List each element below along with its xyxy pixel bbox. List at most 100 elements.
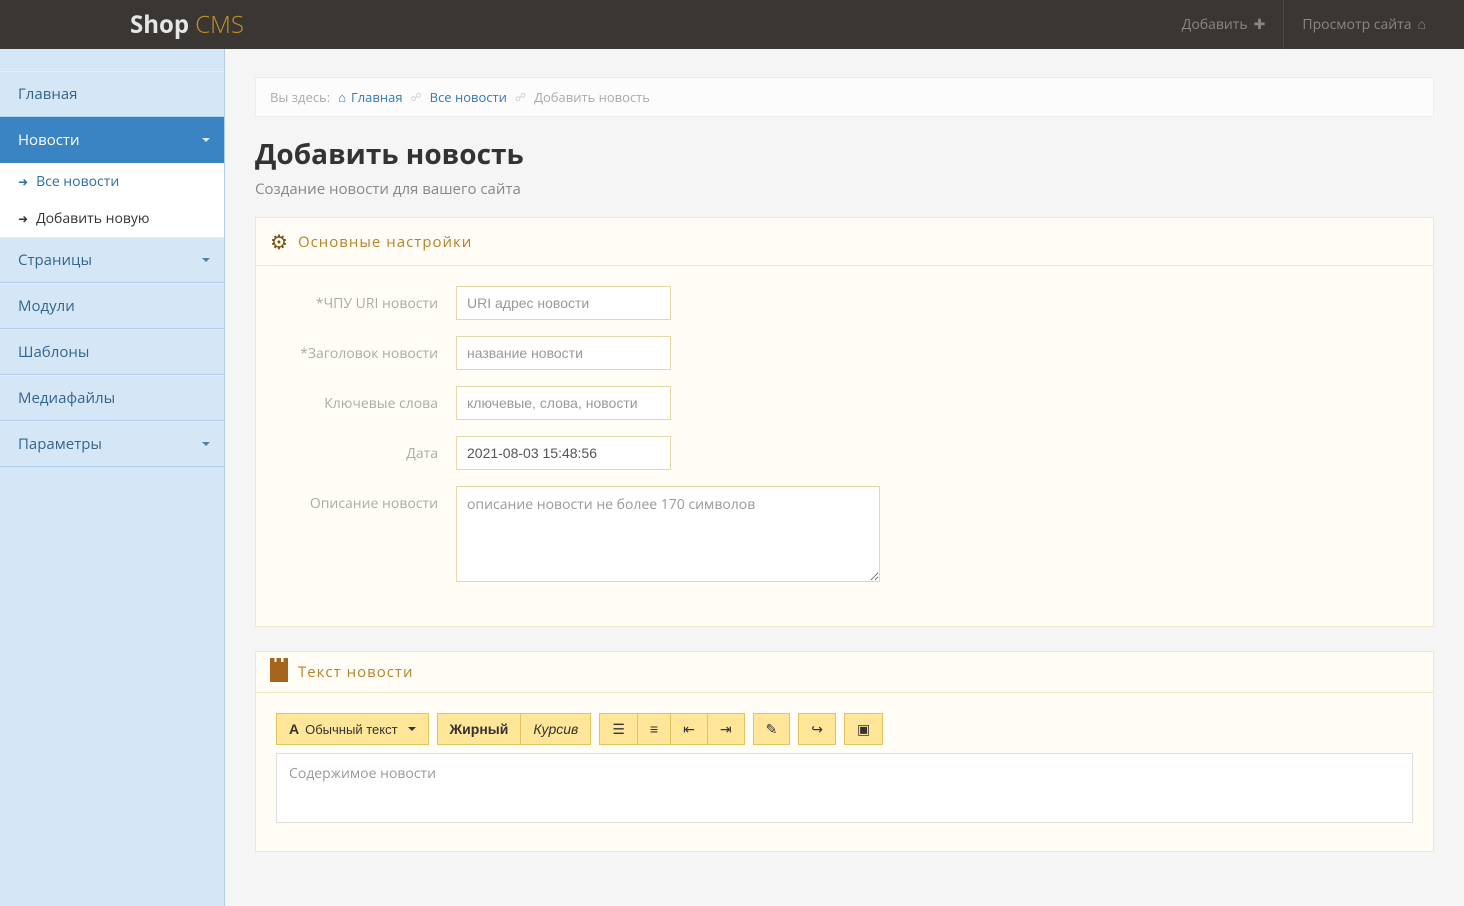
add-link[interactable]: Добавить ✚ [1164,0,1284,49]
ordered-list-button[interactable]: ≡ [638,713,671,745]
breadcrumb-home[interactable]: ⌂ Главная [338,88,402,106]
chevron-down-icon [202,442,210,446]
font-icon: A [289,721,299,737]
brand-cms-text: CMS [189,8,244,41]
edit-button[interactable]: ✎ [753,713,791,745]
top-navbar: Shop CMS Добавить ✚ Просмотр сайта ⌂ [0,0,1464,49]
sidebar-item-label: Медиафайлы [18,388,115,408]
sidebar-item-media[interactable]: Медиафайлы [0,375,224,421]
link-button[interactable]: ↪ [798,713,836,745]
sidebar-item-templates[interactable]: Шаблоны [0,329,224,375]
date-input[interactable] [456,436,671,470]
main-content: Вы здесь: ⌂ Главная ☍ Все новости ☍ Доба… [225,49,1464,906]
breadcrumb-sep-icon: ☍ [515,90,526,105]
pencil-icon: ✎ [766,721,778,738]
style-dropdown-button[interactable]: A Обычный текст [276,713,429,745]
plus-icon: ✚ [1254,15,1266,34]
keywords-label: Ключевые слова [276,386,456,413]
form-row-keywords: Ключевые слова [276,386,1413,420]
sidebar: Главная Новости ➜ Все новости ➜ Добавить… [0,49,225,906]
italic-button[interactable]: Курсив [521,713,591,745]
navbar-right: Добавить ✚ Просмотр сайта ⌂ [1164,0,1444,49]
sidebar-item-label: Параметры [18,434,102,454]
panel-body: A Обычный текст Жирный Курсив ☰ ≡ ⇤ ⇥ [256,693,1433,851]
arrow-right-icon: ➜ [18,173,28,190]
list-ul-icon: ☰ [612,721,625,738]
image-button[interactable]: ▣ [844,713,883,745]
title-label: *Заголовок новости [276,336,456,363]
editor-textarea[interactable]: Содержимое новости [276,753,1413,823]
form-row-date: Дата [276,436,1413,470]
sidebar-spacer [0,49,224,71]
page-title: Добавить новость [255,135,1434,173]
view-site-link[interactable]: Просмотр сайта ⌂ [1283,0,1444,49]
sidebar-item-label: Новости [18,130,80,150]
brand-shop-text: Shop [130,8,189,41]
indent-button[interactable]: ⇥ [708,713,745,745]
toolbar-group-link: ↪ [798,713,836,745]
toolbar-group-format: Жирный Курсив [437,713,592,745]
page-subtitle: Создание новости для вашего сайта [255,179,1434,199]
editor-toolbar: A Обычный текст Жирный Курсив ☰ ≡ ⇤ ⇥ [276,713,1413,745]
form-row-uri: *ЧПУ URI новости [276,286,1413,320]
breadcrumb-here: Вы здесь: [270,88,330,106]
toolbar-group-image: ▣ [844,713,883,745]
breadcrumb-home-label: Главная [351,88,403,106]
sidebar-item-modules[interactable]: Модули [0,283,224,329]
panel-body: *ЧПУ URI новости *Заголовок новости Ключ… [256,266,1433,626]
submenu-label: Добавить новую [36,209,149,228]
panel-news-text: Текст новости A Обычный текст Жирный Кур… [255,651,1434,852]
chevron-down-icon [202,258,210,262]
desc-label: Описание новости [276,486,456,513]
panel-title: Основные настройки [298,232,472,252]
home-icon: ⌂ [1418,15,1426,34]
brand-logo: Shop CMS [130,8,244,41]
toolbar-group-list: ☰ ≡ ⇤ ⇥ [599,713,744,745]
panel-basic-settings: ⚙ Основные настройки *ЧПУ URI новости *З… [255,217,1434,627]
panel-header: Текст новости [256,652,1433,693]
link-icon: ↪ [811,721,823,738]
submenu-label: Все новости [36,172,119,191]
breadcrumb-all-news[interactable]: Все новости [430,88,507,106]
date-label: Дата [276,436,456,463]
breadcrumb: Вы здесь: ⌂ Главная ☍ Все новости ☍ Доба… [255,77,1434,117]
sidebar-item-label: Модули [18,296,75,316]
arrow-right-icon: ➜ [18,210,28,227]
add-link-label: Добавить [1182,15,1248,34]
breadcrumb-current: Добавить новость [534,88,650,106]
sidebar-item-news[interactable]: Новости [0,117,224,163]
toolbar-group-insert: ✎ [753,713,791,745]
desc-textarea[interactable] [456,486,880,582]
breadcrumb-sep-icon: ☍ [411,90,422,105]
breadcrumb-allnews-label: Все новости [430,88,507,106]
image-icon: ▣ [857,721,870,738]
indent-icon: ⇥ [720,721,732,738]
style-label: Обычный текст [305,722,397,737]
keywords-input[interactable] [456,386,671,420]
unordered-list-button[interactable]: ☰ [599,713,638,745]
panel-header: ⚙ Основные настройки [256,218,1433,266]
outdent-button[interactable]: ⇤ [671,713,708,745]
sidebar-item-label: Шаблоны [18,342,89,362]
toolbar-group-style: A Обычный текст [276,713,429,745]
submenu-all-news[interactable]: ➜ Все новости [0,163,224,200]
home-icon: ⌂ [338,88,346,106]
chevron-down-icon [408,727,416,731]
sidebar-item-params[interactable]: Параметры [0,421,224,467]
uri-input[interactable] [456,286,671,320]
outdent-icon: ⇤ [683,721,695,738]
submenu-news: ➜ Все новости ➜ Добавить новую [0,163,224,237]
title-input[interactable] [456,336,671,370]
sidebar-item-pages[interactable]: Страницы [0,237,224,283]
sidebar-item-home[interactable]: Главная [0,71,224,117]
form-row-desc: Описание новости [276,486,1413,582]
panel-title: Текст новости [298,662,414,682]
form-row-title: *Заголовок новости [276,336,1413,370]
list-ol-icon: ≡ [650,721,658,737]
submenu-add-new[interactable]: ➜ Добавить новую [0,200,224,237]
uri-label: *ЧПУ URI новости [276,286,456,313]
gear-icon: ⚙ [270,228,288,255]
view-site-label: Просмотр сайта [1302,15,1411,34]
bold-button[interactable]: Жирный [437,713,522,745]
castle-icon [270,662,288,682]
